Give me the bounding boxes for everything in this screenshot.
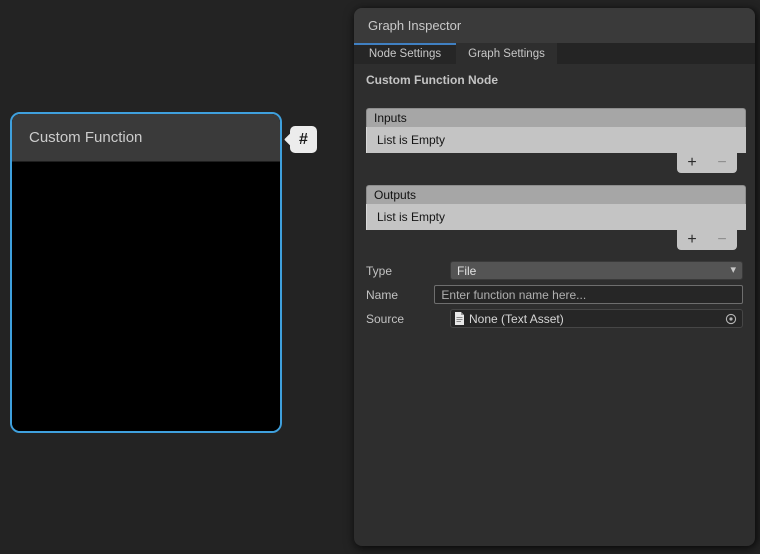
node-title[interactable]: Custom Function bbox=[12, 114, 280, 162]
source-row: Source None (Text Asset) bbox=[366, 309, 743, 328]
add-icon: + bbox=[687, 231, 696, 248]
tab-node-settings[interactable]: Node Settings bbox=[354, 43, 456, 64]
object-picker-icon[interactable] bbox=[725, 313, 737, 325]
source-label: Source bbox=[366, 312, 450, 326]
source-value: None (Text Asset) bbox=[469, 312, 725, 326]
panel-title: Graph Inspector bbox=[354, 8, 755, 43]
inputs-remove-button[interactable]: − bbox=[710, 154, 735, 172]
tab-graph-settings[interactable]: Graph Settings bbox=[456, 43, 557, 64]
node-settings-form: Type File ▾ Name Source None (Text Asset… bbox=[366, 261, 743, 333]
source-object-field[interactable]: None (Text Asset) bbox=[450, 309, 743, 328]
hash-icon: # bbox=[299, 131, 308, 148]
inputs-list: Inputs List is Empty + − bbox=[366, 108, 746, 174]
type-label: Type bbox=[366, 264, 450, 278]
inputs-list-header: Inputs bbox=[366, 108, 746, 127]
add-icon: + bbox=[687, 154, 696, 171]
name-row: Name bbox=[366, 285, 743, 304]
outputs-list-footer: + − bbox=[366, 230, 746, 251]
type-row: Type File ▾ bbox=[366, 261, 743, 280]
type-dropdown-value: File bbox=[457, 264, 476, 278]
outputs-list-empty-row: List is Empty bbox=[366, 204, 746, 230]
type-dropdown[interactable]: File ▾ bbox=[450, 261, 743, 280]
function-name-input[interactable] bbox=[434, 285, 743, 304]
chevron-down-icon: ▾ bbox=[730, 263, 736, 276]
section-title: Custom Function Node bbox=[366, 73, 498, 87]
text-asset-icon bbox=[454, 312, 465, 325]
outputs-list-header: Outputs bbox=[366, 185, 746, 204]
node-preview-body bbox=[12, 162, 280, 433]
outputs-remove-button[interactable]: − bbox=[710, 231, 735, 249]
inspector-tabbar: Node Settings Graph Settings bbox=[354, 43, 755, 64]
custom-function-node[interactable]: Custom Function bbox=[10, 112, 282, 433]
outputs-add-button[interactable]: + bbox=[680, 231, 705, 249]
inputs-list-empty-row: List is Empty bbox=[366, 127, 746, 153]
inputs-list-footer: + − bbox=[366, 153, 746, 174]
remove-icon: − bbox=[717, 154, 726, 171]
inputs-add-button[interactable]: + bbox=[680, 154, 705, 172]
node-hash-badge[interactable]: # bbox=[290, 126, 317, 153]
name-label: Name bbox=[366, 288, 434, 302]
outputs-list: Outputs List is Empty + − bbox=[366, 185, 746, 251]
remove-icon: − bbox=[717, 231, 726, 248]
graph-inspector-panel: Graph Inspector Node Settings Graph Sett… bbox=[354, 8, 755, 546]
